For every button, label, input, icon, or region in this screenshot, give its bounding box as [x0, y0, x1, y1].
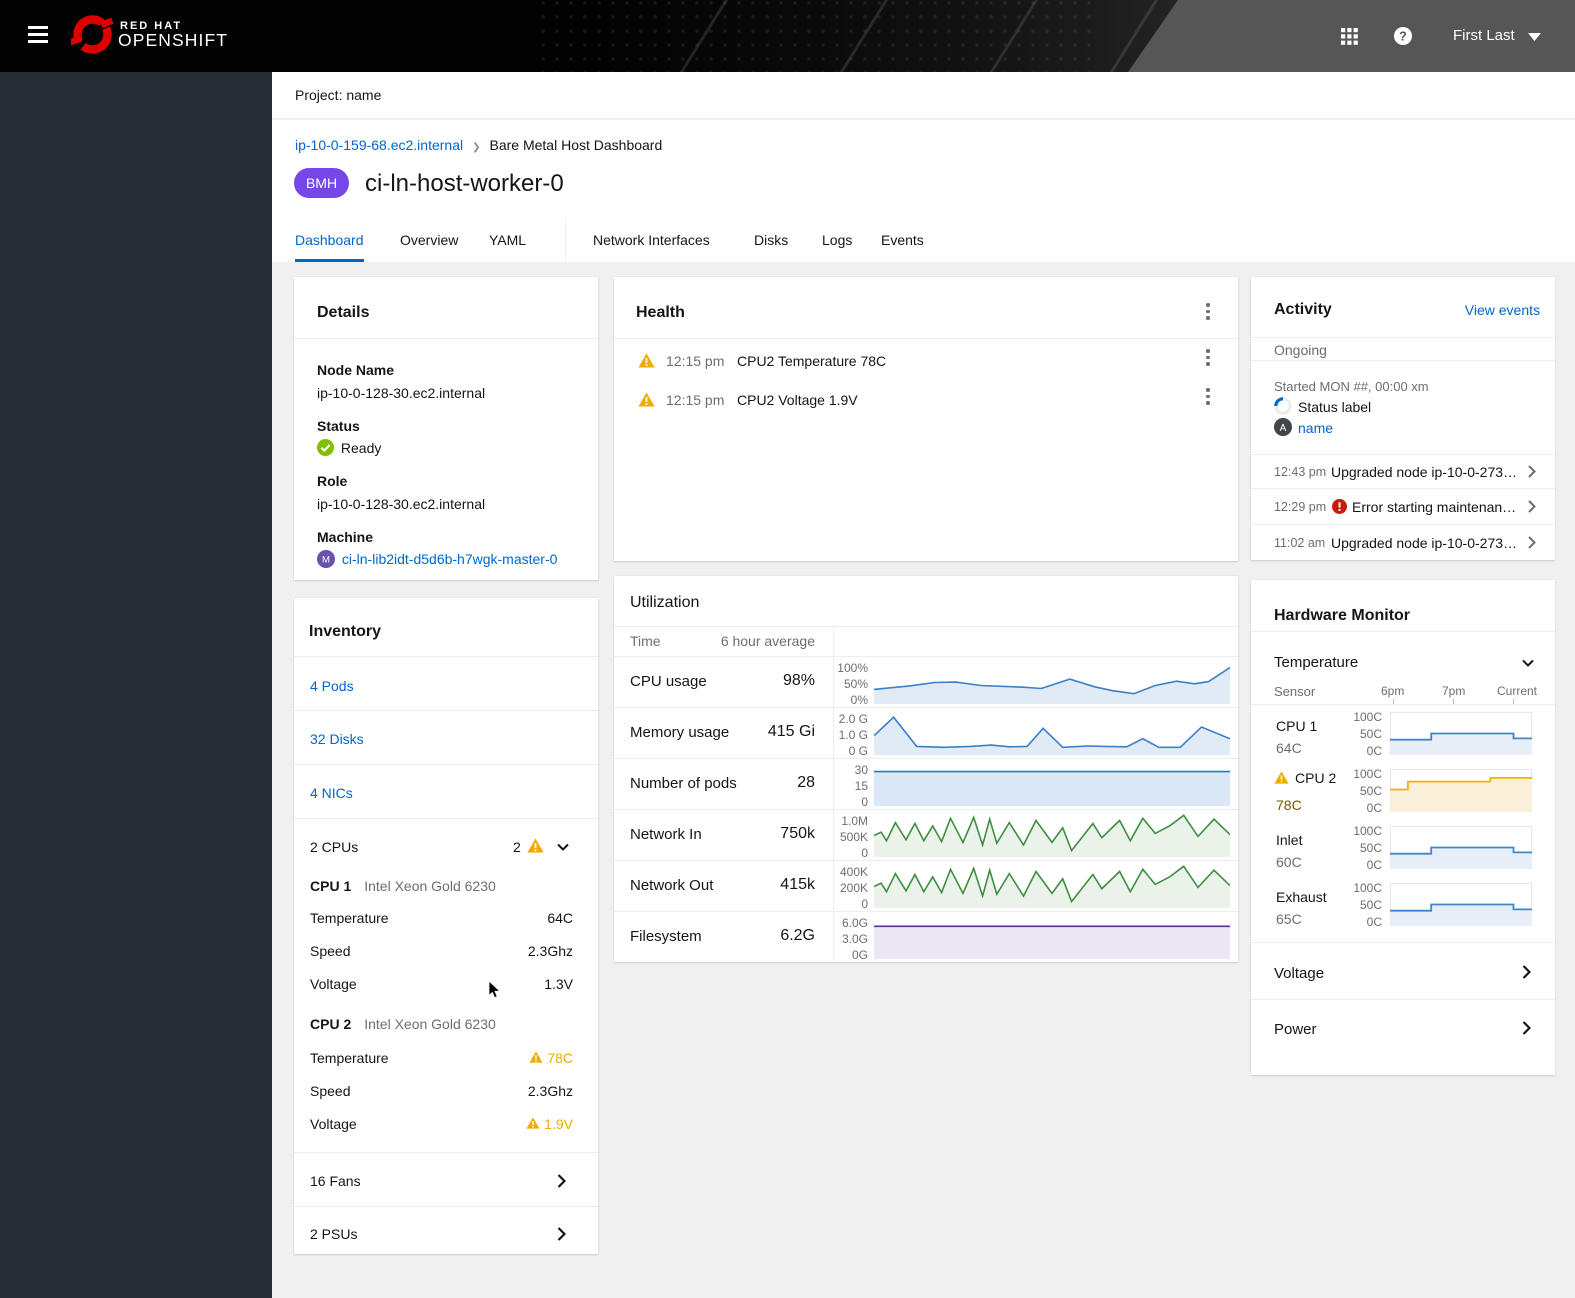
svg-text:?: ?	[1399, 29, 1407, 43]
svg-text:M: M	[322, 555, 330, 566]
svg-text:A: A	[1280, 423, 1287, 434]
